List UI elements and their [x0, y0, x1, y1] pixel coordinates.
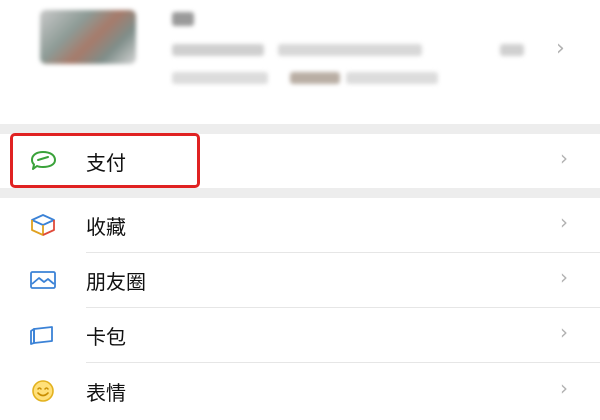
separator: [86, 362, 600, 363]
profile-status-blurred-2: [346, 72, 438, 84]
menu-item-label: 卡包: [86, 325, 126, 349]
smiley-icon: [28, 379, 58, 403]
favorites-cube-icon: [28, 213, 58, 237]
profile-status-blurred: [172, 72, 268, 84]
menu-item-favorites[interactable]: 收藏 ›: [0, 198, 600, 252]
menu-item-card-wallet[interactable]: 卡包 ›: [0, 308, 600, 362]
menu-item-label: 朋友圈: [86, 270, 146, 294]
profile-id-blurred: [172, 44, 264, 56]
menu-item-label: 表情: [86, 381, 126, 405]
profile-status-image-blurred: [290, 72, 340, 84]
chevron-right-icon: ›: [560, 265, 568, 289]
menu-item-label: 收藏: [86, 215, 126, 239]
profile-name-blurred: [172, 12, 194, 26]
section-divider: [0, 188, 600, 198]
avatar: [40, 10, 136, 64]
profile-id-blurred-2: [278, 44, 422, 56]
profile-chevron-icon: ›: [556, 36, 565, 61]
menu-item-stickers[interactable]: 表情 ›: [0, 364, 600, 418]
chevron-right-icon: ›: [560, 146, 568, 170]
moments-picture-icon: [28, 268, 58, 292]
chevron-right-icon: ›: [560, 210, 568, 234]
card-wallet-icon: [28, 323, 58, 347]
profile-extra-blurred: [500, 44, 524, 56]
highlight-box: [10, 133, 200, 188]
chevron-right-icon: ›: [560, 376, 568, 400]
profile-header[interactable]: ›: [0, 0, 600, 124]
menu-item-moments[interactable]: 朋友圈 ›: [0, 253, 600, 307]
chevron-right-icon: ›: [560, 320, 568, 344]
